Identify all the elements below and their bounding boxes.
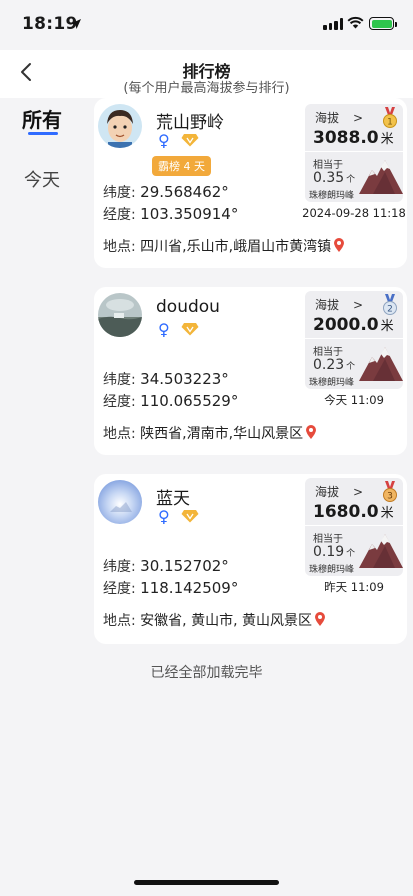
map-pin-icon [314, 612, 325, 626]
user-name: doudou [156, 297, 220, 317]
map-pin-icon [306, 425, 317, 439]
ranking-card[interactable]: doudou ♀ 纬度: 34.503223° 经度: 110.065529° … [94, 287, 407, 455]
wifi-icon [347, 16, 364, 29]
nav-bar: 排行榜 (每个用户最高海拔参与排行) [0, 50, 413, 98]
streak-badge: 霸榜 4 天 [152, 156, 211, 176]
lat-value: 30.152702° [140, 557, 229, 575]
battery-icon [369, 17, 397, 30]
equivalent-label: 相当于 [313, 534, 343, 545]
altitude-label: 海拔 > [315, 298, 364, 312]
altitude-box[interactable]: 海拔 > 2 2000.0 米 相当于 0.23 个 珠穆朗玛峰 [305, 291, 403, 389]
everest-ratio: 0.35 个 [313, 170, 356, 186]
place-row: 地点: 陕西省,渭南市,华山风景区 [103, 423, 317, 443]
lat-row: 纬度: 29.568462° [103, 183, 229, 201]
lng-value: 103.350914° [140, 205, 239, 223]
diamond-vip-icon [181, 510, 199, 523]
female-icon: ♀ [158, 507, 170, 526]
everest-label: 珠穆朗玛峰 [309, 378, 355, 388]
svg-text:2: 2 [387, 305, 393, 315]
user-name: 蓝天 [156, 489, 190, 509]
equivalent-label: 相当于 [313, 347, 343, 358]
everest-label: 珠穆朗玛峰 [309, 191, 355, 201]
diamond-vip-icon [181, 323, 199, 336]
record-time: 2024-09-28 11:18 [302, 206, 406, 220]
svg-text:1: 1 [387, 118, 393, 128]
altitude-box[interactable]: 海拔 > 3 1680.0 米 相当于 0.19 个 珠穆朗玛峰 [305, 478, 403, 576]
avatar[interactable] [98, 480, 142, 524]
lng-value: 118.142509° [140, 579, 239, 597]
lng-row: 经度: 118.142509° [103, 579, 239, 597]
place-value: 四川省,乐山市,峨眉山市黄湾镇 [140, 239, 332, 255]
page-subtitle: (每个用户最高海拔参与排行) [123, 81, 290, 96]
mountain-icon [359, 534, 403, 568]
gold-medal-icon: 1 [383, 107, 397, 128]
altitude-value: 2000.0 米 [313, 315, 394, 335]
map-pin-icon [334, 238, 345, 252]
altitude-label: 海拔 > [315, 111, 364, 125]
place-row: 地点: 四川省,乐山市,峨眉山市黄湾镇 [103, 236, 345, 256]
altitude-label: 海拔 > [315, 485, 364, 499]
female-icon: ♀ [158, 320, 170, 339]
lat-row: 纬度: 30.152702° [103, 557, 229, 575]
signal-icon [323, 18, 343, 30]
status-bar: 18:19 [0, 0, 413, 50]
avatar[interactable] [98, 104, 142, 148]
record-time: 今天 11:09 [324, 393, 384, 407]
home-indicator[interactable] [134, 880, 279, 885]
tab-all[interactable]: 所有 [22, 104, 62, 133]
lng-value: 110.065529° [140, 392, 239, 410]
svg-text:3: 3 [387, 492, 393, 502]
lng-row: 经度: 110.065529° [103, 392, 239, 410]
mountain-icon [359, 347, 403, 381]
ranking-card[interactable]: 蓝天 ♀ 纬度: 30.152702° 经度: 118.142509° 地点: … [94, 474, 407, 644]
diamond-vip-icon [181, 134, 199, 147]
ranking-card[interactable]: 荒山野岭 ♀ 霸榜 4 天 纬度: 29.568462° 经度: 103.350… [94, 98, 407, 268]
place-value: 陕西省,渭南市,华山风景区 [140, 426, 304, 442]
user-name: 荒山野岭 [156, 113, 224, 133]
lat-value: 29.568462° [140, 183, 229, 201]
lng-row: 经度: 103.350914° [103, 205, 239, 223]
mountain-icon [359, 160, 403, 194]
altitude-box[interactable]: 海拔 > 1 3088.0 米 相当于 0.35 个 珠穆朗玛峰 [305, 104, 403, 202]
equivalent-label: 相当于 [313, 160, 343, 171]
tab-active-indicator [28, 132, 58, 135]
lat-row: 纬度: 34.503223° [103, 370, 229, 388]
everest-ratio: 0.23 个 [313, 357, 356, 373]
everest-ratio: 0.19 个 [313, 544, 356, 560]
load-complete-text: 已经全部加载完毕 [150, 665, 263, 681]
place-value: 安徽省, 黄山市, 黄山风景区 [140, 613, 312, 629]
record-time: 昨天 11:09 [324, 580, 384, 594]
bronze-medal-icon: 3 [383, 481, 397, 502]
altitude-value: 1680.0 米 [313, 502, 394, 522]
avatar[interactable] [98, 293, 142, 337]
place-row: 地点: 安徽省, 黄山市, 黄山风景区 [103, 610, 325, 630]
lat-value: 34.503223° [140, 370, 229, 388]
everest-label: 珠穆朗玛峰 [309, 565, 355, 575]
location-arrow-icon [71, 19, 81, 29]
altitude-value: 3088.0 米 [313, 128, 394, 148]
silver-medal-icon: 2 [383, 294, 397, 315]
tab-today[interactable]: 今天 [24, 166, 60, 192]
female-icon: ♀ [158, 131, 170, 150]
